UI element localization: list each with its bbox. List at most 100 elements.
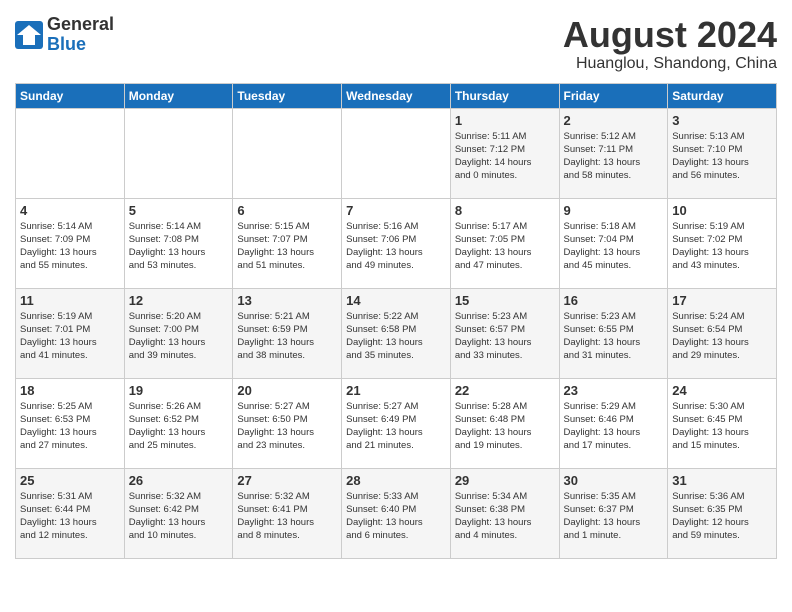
calendar-cell: 30Sunrise: 5:35 AM Sunset: 6:37 PM Dayli… (559, 468, 668, 558)
day-info: Sunrise: 5:11 AM Sunset: 7:12 PM Dayligh… (455, 130, 555, 183)
calendar-cell (342, 108, 451, 198)
day-info: Sunrise: 5:22 AM Sunset: 6:58 PM Dayligh… (346, 310, 446, 363)
calendar-cell: 28 Sunrise: 5:33 AM Sunset: 6:40 PM Dayli… (342, 468, 451, 558)
day-info: Sunrise: 5:13 AM Sunset: 7:10 PM Dayligh… (672, 130, 772, 183)
calendar-cell: 9 Sunrise: 5:18 AM Sunset: 7:04 PM Daylig… (559, 198, 668, 288)
day-info: Sunrise: 5:23 AM Sunset: 6:55 PM Dayligh… (564, 310, 664, 363)
day-info: Sunrise: 5:31 AM Sunset: 6:44 PM Dayligh… (20, 490, 120, 543)
day-number: 5 (129, 203, 229, 218)
calendar-cell: 21 Sunrise: 5:27 AM Sunset: 6:49 PM Dayli… (342, 378, 451, 468)
calendar-cell: 27 Sunrise: 5:32 AM Sunset: 6:41 PM Dayli… (233, 468, 342, 558)
day-info: Sunrise: 5:19 AM Sunset: 7:02 PM Dayligh… (672, 220, 772, 273)
weekday-header-thursday: Thursday (450, 83, 559, 108)
day-info: Sunrise: 5:36 AM Sunset: 6:35 PM Dayligh… (672, 490, 772, 543)
calendar-cell: 10 Sunrise: 5:19 AM Sunset: 7:02 PM Dayli… (668, 198, 777, 288)
day-info: Sunrise: 5:33 AM Sunset: 6:40 PM Dayligh… (346, 490, 446, 543)
day-number: 21 (346, 383, 446, 398)
day-number: 1 (455, 113, 555, 128)
calendar-cell: 20 Sunrise: 5:27 AM Sunset: 6:50 PM Dayli… (233, 378, 342, 468)
day-info: Sunrise: 5:19 AM Sunset: 7:01 PM Dayligh… (20, 310, 120, 363)
day-info: Sunrise: 5:17 AM Sunset: 7:05 PM Dayligh… (455, 220, 555, 273)
day-info: Sunrise: 5:14 AM Sunset: 7:09 PM Dayligh… (20, 220, 120, 273)
day-info: Sunrise: 5:30 AM Sunset: 6:45 PM Dayligh… (672, 400, 772, 453)
day-number: 3 (672, 113, 772, 128)
day-number: 22 (455, 383, 555, 398)
day-info: Sunrise: 5:16 AM Sunset: 7:06 PM Dayligh… (346, 220, 446, 273)
day-info: Sunrise: 5:28 AM Sunset: 6:48 PM Dayligh… (455, 400, 555, 453)
weekday-header-sunday: Sunday (16, 83, 125, 108)
day-info: Sunrise: 5:34 AM Sunset: 6:38 PM Dayligh… (455, 490, 555, 543)
logo: General Blue (15, 15, 114, 55)
weekday-header-tuesday: Tuesday (233, 83, 342, 108)
logo-icon (15, 21, 43, 49)
weekday-header-friday: Friday (559, 83, 668, 108)
calendar-cell: 17Sunrise: 5:24 AM Sunset: 6:54 PM Dayli… (668, 288, 777, 378)
day-number: 25 (20, 473, 120, 488)
calendar-cell: 15 Sunrise: 5:23 AM Sunset: 6:57 PM Dayli… (450, 288, 559, 378)
title-block: August 2024 Huanglou, Shandong, China (563, 15, 777, 73)
day-info: Sunrise: 5:27 AM Sunset: 6:49 PM Dayligh… (346, 400, 446, 453)
day-number: 20 (237, 383, 337, 398)
calendar-cell: 25 Sunrise: 5:31 AM Sunset: 6:44 PM Dayli… (16, 468, 125, 558)
calendar-cell: 24Sunrise: 5:30 AM Sunset: 6:45 PM Dayli… (668, 378, 777, 468)
day-info: Sunrise: 5:18 AM Sunset: 7:04 PM Dayligh… (564, 220, 664, 273)
logo-text: General Blue (47, 15, 114, 55)
day-number: 29 (455, 473, 555, 488)
week-row-2: 4 Sunrise: 5:14 AM Sunset: 7:09 PM Daylig… (16, 198, 777, 288)
day-info: Sunrise: 5:35 AM Sunset: 6:37 PM Dayligh… (564, 490, 664, 543)
weekday-header-row: SundayMondayTuesdayWednesdayThursdayFrid… (16, 83, 777, 108)
day-info: Sunrise: 5:27 AM Sunset: 6:50 PM Dayligh… (237, 400, 337, 453)
day-info: Sunrise: 5:15 AM Sunset: 7:07 PM Dayligh… (237, 220, 337, 273)
day-info: Sunrise: 5:20 AM Sunset: 7:00 PM Dayligh… (129, 310, 229, 363)
day-number: 26 (129, 473, 229, 488)
calendar-cell: 7 Sunrise: 5:16 AM Sunset: 7:06 PM Daylig… (342, 198, 451, 288)
weekday-header-saturday: Saturday (668, 83, 777, 108)
week-row-3: 11Sunrise: 5:19 AM Sunset: 7:01 PM Dayli… (16, 288, 777, 378)
calendar-cell: 5 Sunrise: 5:14 AM Sunset: 7:08 PM Daylig… (124, 198, 233, 288)
calendar-cell: 8 Sunrise: 5:17 AM Sunset: 7:05 PM Daylig… (450, 198, 559, 288)
day-number: 7 (346, 203, 446, 218)
day-info: Sunrise: 5:23 AM Sunset: 6:57 PM Dayligh… (455, 310, 555, 363)
day-number: 28 (346, 473, 446, 488)
day-number: 13 (237, 293, 337, 308)
calendar-cell: 31Sunrise: 5:36 AM Sunset: 6:35 PM Dayli… (668, 468, 777, 558)
weekday-header-monday: Monday (124, 83, 233, 108)
location: Huanglou, Shandong, China (563, 55, 777, 73)
day-number: 19 (129, 383, 229, 398)
page-header: General Blue August 2024 Huanglou, Shand… (15, 15, 777, 73)
calendar-cell: 12 Sunrise: 5:20 AM Sunset: 7:00 PM Dayli… (124, 288, 233, 378)
calendar-cell: 6Sunrise: 5:15 AM Sunset: 7:07 PM Daylig… (233, 198, 342, 288)
day-number: 8 (455, 203, 555, 218)
calendar-cell: 4 Sunrise: 5:14 AM Sunset: 7:09 PM Daylig… (16, 198, 125, 288)
calendar-cell: 3 Sunrise: 5:13 AM Sunset: 7:10 PM Daylig… (668, 108, 777, 198)
day-info: Sunrise: 5:14 AM Sunset: 7:08 PM Dayligh… (129, 220, 229, 273)
weekday-header-wednesday: Wednesday (342, 83, 451, 108)
day-info: Sunrise: 5:21 AM Sunset: 6:59 PM Dayligh… (237, 310, 337, 363)
calendar-cell (233, 108, 342, 198)
day-number: 4 (20, 203, 120, 218)
calendar-cell: 11Sunrise: 5:19 AM Sunset: 7:01 PM Dayli… (16, 288, 125, 378)
calendar-cell: 1 Sunrise: 5:11 AM Sunset: 7:12 PM Daylig… (450, 108, 559, 198)
calendar-cell: 13 Sunrise: 5:21 AM Sunset: 6:59 PM Dayli… (233, 288, 342, 378)
day-info: Sunrise: 5:24 AM Sunset: 6:54 PM Dayligh… (672, 310, 772, 363)
week-row-4: 18Sunrise: 5:25 AM Sunset: 6:53 PM Dayli… (16, 378, 777, 468)
day-number: 12 (129, 293, 229, 308)
calendar-cell: 23Sunrise: 5:29 AM Sunset: 6:46 PM Dayli… (559, 378, 668, 468)
day-number: 10 (672, 203, 772, 218)
calendar-table: SundayMondayTuesdayWednesdayThursdayFrid… (15, 83, 777, 559)
calendar-cell: 14 Sunrise: 5:22 AM Sunset: 6:58 PM Dayli… (342, 288, 451, 378)
calendar-cell: 29 Sunrise: 5:34 AM Sunset: 6:38 PM Dayli… (450, 468, 559, 558)
day-number: 15 (455, 293, 555, 308)
logo-blue: Blue (47, 34, 86, 54)
day-info: Sunrise: 5:32 AM Sunset: 6:41 PM Dayligh… (237, 490, 337, 543)
day-number: 27 (237, 473, 337, 488)
logo-general: General (47, 14, 114, 34)
day-info: Sunrise: 5:29 AM Sunset: 6:46 PM Dayligh… (564, 400, 664, 453)
day-info: Sunrise: 5:12 AM Sunset: 7:11 PM Dayligh… (564, 130, 664, 183)
calendar-cell: 16Sunrise: 5:23 AM Sunset: 6:55 PM Dayli… (559, 288, 668, 378)
day-info: Sunrise: 5:25 AM Sunset: 6:53 PM Dayligh… (20, 400, 120, 453)
day-number: 9 (564, 203, 664, 218)
day-number: 14 (346, 293, 446, 308)
calendar-cell: 2Sunrise: 5:12 AM Sunset: 7:11 PM Daylig… (559, 108, 668, 198)
calendar-cell: 22 Sunrise: 5:28 AM Sunset: 6:48 PM Dayli… (450, 378, 559, 468)
